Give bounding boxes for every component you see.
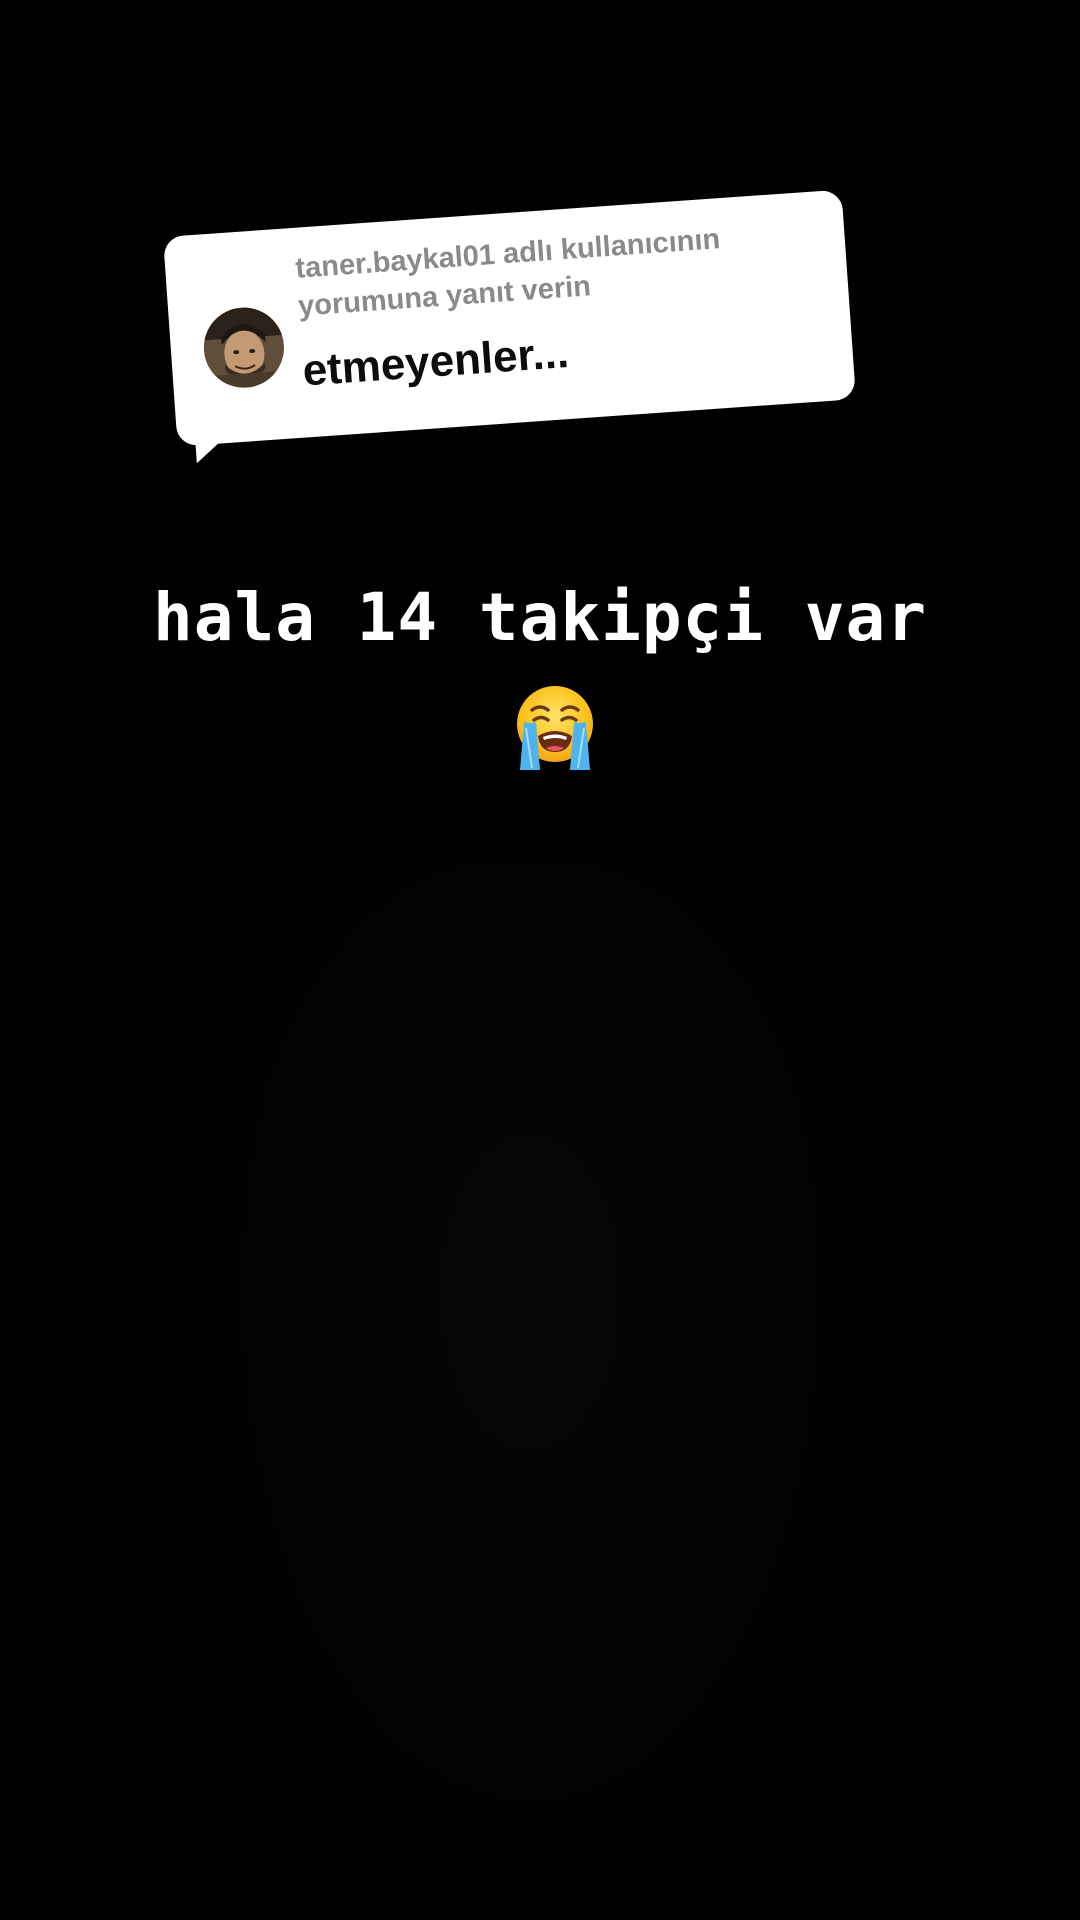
dark-video-background xyxy=(230,860,830,1820)
loudly-crying-face-icon xyxy=(510,682,600,772)
video-caption: hala 14 takipçi var xyxy=(153,579,927,656)
comment-reply-sticker[interactable]: taner.baykal01 adlı kullanıcının yorumun… xyxy=(163,189,856,464)
bubble-tail xyxy=(194,428,237,464)
video-screen[interactable]: taner.baykal01 adlı kullanıcının yorumun… xyxy=(0,0,1080,1920)
